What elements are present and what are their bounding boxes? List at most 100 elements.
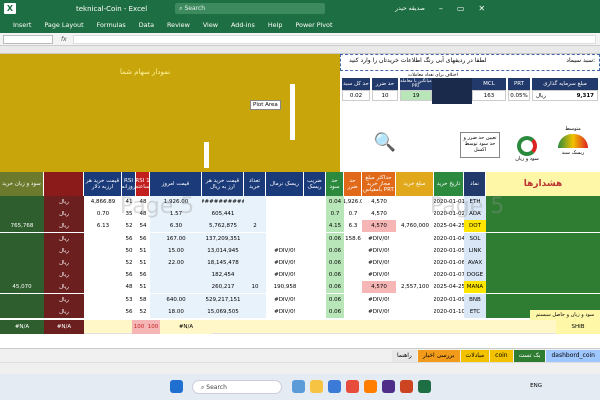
table-cell[interactable]: 58: [136, 293, 150, 306]
table-cell[interactable]: [244, 305, 266, 318]
alert-cell[interactable]: [486, 220, 600, 233]
table-cell[interactable]: 10: [244, 281, 266, 294]
table-cell[interactable]: [304, 196, 326, 208]
table-cell[interactable]: [0, 244, 44, 257]
column-header[interactable]: قیمت امروز: [150, 172, 202, 196]
table-cell[interactable]: SOL: [464, 232, 486, 245]
table-cell[interactable]: [344, 305, 362, 318]
table-cell[interactable]: 56: [122, 269, 136, 282]
table-cell[interactable]: 2020-01-10: [434, 305, 464, 318]
table-cell[interactable]: 640.00: [150, 293, 202, 306]
column-header[interactable]: قیمت خرید هر ارز به ریال: [202, 172, 244, 196]
table-cell[interactable]: [84, 305, 122, 318]
table-cell[interactable]: 0.04: [326, 196, 344, 208]
table-cell[interactable]: [304, 208, 326, 221]
table-cell[interactable]: 56: [136, 269, 150, 282]
table-cell[interactable]: [0, 293, 44, 306]
table-cell[interactable]: [0, 232, 44, 245]
chrome-icon[interactable]: [346, 380, 359, 393]
table-cell[interactable]: 2020-01-09: [434, 293, 464, 306]
table-cell[interactable]: 182,454: [202, 269, 244, 282]
table-cell[interactable]: 167.00: [150, 232, 202, 245]
table-cell[interactable]: 18.00: [150, 305, 202, 318]
table-cell[interactable]: [150, 281, 202, 294]
table-cell[interactable]: [304, 232, 326, 245]
table-cell[interactable]: ریال: [44, 293, 84, 306]
table-cell[interactable]: [84, 244, 122, 257]
investment-value[interactable]: 9,317: [577, 93, 594, 99]
sheet-tab[interactable]: بررسی اخبار: [417, 349, 460, 362]
table-cell[interactable]: #DIV/0!: [266, 293, 304, 306]
ribbon-tab-formulas[interactable]: Formulas: [97, 21, 126, 29]
chart-bar[interactable]: [290, 84, 295, 140]
table-cell[interactable]: 22.00: [150, 257, 202, 269]
total-loss-value[interactable]: 0.02: [342, 90, 370, 101]
table-cell[interactable]: 5,762,875: [202, 220, 244, 233]
formula-input[interactable]: [72, 34, 596, 44]
table-cell[interactable]: [396, 244, 434, 257]
table-cell[interactable]: 56: [136, 232, 150, 245]
column-header[interactable]: تاریخ خرید: [434, 172, 464, 196]
table-cell[interactable]: LINK: [464, 244, 486, 257]
table-cell[interactable]: 18,145,478: [202, 257, 244, 269]
table-cell[interactable]: 6.30: [150, 220, 202, 233]
table-cell[interactable]: ریال: [44, 257, 84, 269]
minimize-icon[interactable]: –: [439, 4, 443, 13]
table-cell[interactable]: [244, 257, 266, 269]
table-cell[interactable]: 0.06: [326, 305, 344, 318]
table-cell[interactable]: ریال: [44, 232, 84, 245]
table-cell[interactable]: 1,926.0: [344, 196, 362, 208]
table-cell[interactable]: #DIV/0!: [266, 257, 304, 269]
avg-value[interactable]: 19: [400, 90, 432, 101]
portfolio-chart[interactable]: نمودار سهام شما Plot Area ATOMBTCLTCXRPE…: [0, 54, 340, 204]
table-cell[interactable]: ریال: [44, 244, 84, 257]
table-cell[interactable]: #DIV/0!: [266, 269, 304, 282]
search-tool-icon[interactable]: 🔍: [370, 134, 400, 152]
ribbon-tab-add-ins[interactable]: Add-ins: [231, 21, 255, 29]
table-cell[interactable]: ##########: [202, 196, 244, 208]
table-cell[interactable]: 6.3: [344, 220, 362, 233]
table-cell[interactable]: [396, 293, 434, 306]
table-cell[interactable]: [396, 232, 434, 245]
table-cell[interactable]: 4,570: [362, 196, 396, 208]
ribbon-tab-power-pivot[interactable]: Power Pivot: [295, 21, 332, 29]
table-cell[interactable]: [0, 305, 44, 318]
table-cell[interactable]: 6.13: [84, 220, 122, 233]
table-cell[interactable]: 53: [122, 293, 136, 306]
table-cell[interactable]: 260,217: [202, 281, 244, 294]
table-cell[interactable]: 529,217,151: [202, 293, 244, 306]
table-cell[interactable]: #DIV/0!: [266, 305, 304, 318]
table-cell[interactable]: [344, 281, 362, 294]
table-cell[interactable]: 48: [122, 281, 136, 294]
table-cell[interactable]: [304, 257, 326, 269]
alert-cell[interactable]: [486, 232, 600, 245]
table-cell[interactable]: 2020-01-04: [434, 232, 464, 245]
table-cell[interactable]: [244, 244, 266, 257]
table-cell[interactable]: [150, 269, 202, 282]
summary-cell[interactable]: #N/A: [0, 320, 44, 334]
table-row[interactable]: ریال 56 56 182,454 #DIV/0! 0.06 #DIV/0! 2020-01…: [0, 269, 600, 282]
ribbon-tab-insert[interactable]: Insert: [13, 21, 31, 29]
table-cell[interactable]: 56: [122, 232, 136, 245]
fx-label[interactable]: fx: [61, 36, 67, 43]
table-cell[interactable]: [244, 208, 266, 221]
table-cell[interactable]: [0, 208, 44, 221]
table-cell[interactable]: 158.6: [344, 232, 362, 245]
edge-icon[interactable]: [328, 380, 341, 393]
table-cell[interactable]: 13,014,945: [202, 244, 244, 257]
summary-cell[interactable]: SHIB: [556, 320, 600, 334]
table-cell[interactable]: 4,760,000: [396, 220, 434, 233]
table-row[interactable]: ریال 0.70 35 48 1.57 605,441 0.7 0.7 4,570 2020-0…: [0, 208, 600, 221]
table-cell[interactable]: #DIV/0!: [362, 257, 396, 269]
sheet-tab[interactable]: راهنما: [391, 349, 417, 362]
table-row[interactable]: 765,768 ریال 6.13 52 54 6.30 5,762,875 2 4.15 6.3…: [0, 220, 600, 233]
table-cell[interactable]: [304, 269, 326, 282]
table-cell[interactable]: 52: [136, 305, 150, 318]
table-cell[interactable]: 15,069,505: [202, 305, 244, 318]
table-cell[interactable]: 0.70: [84, 208, 122, 221]
table-cell[interactable]: 4,866.89: [84, 196, 122, 208]
table-cell[interactable]: 2,557,100: [396, 281, 434, 294]
table-cell[interactable]: ریال: [44, 196, 84, 208]
table-row[interactable]: ریال 52 51 22.00 18,145,478 #DIV/0! 0.06 #DIV/0…: [0, 257, 600, 269]
table-cell[interactable]: MANA: [464, 281, 486, 294]
